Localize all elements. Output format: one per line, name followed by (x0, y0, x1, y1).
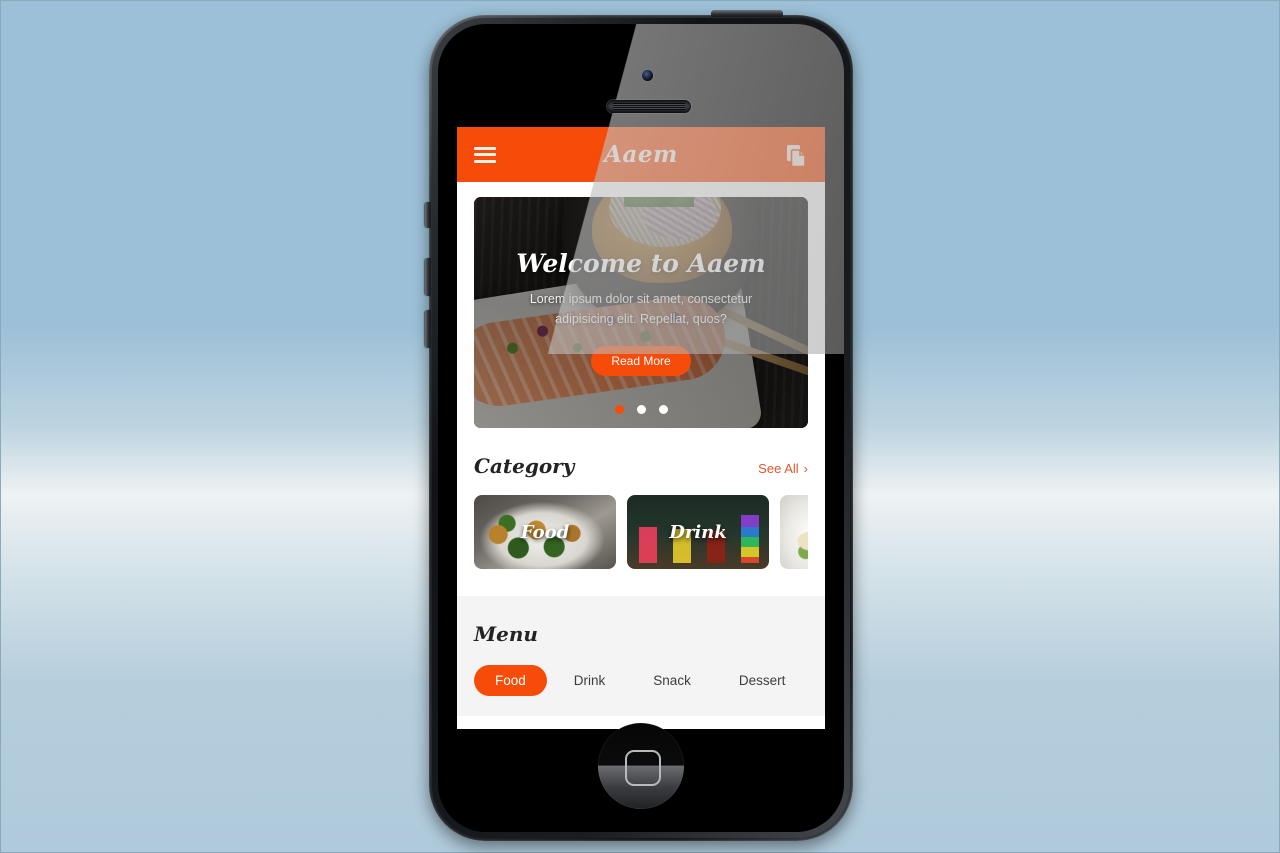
hero-carousel-wrapper: Welcome to Aaem Lorem ipsum dolor sit am… (457, 182, 825, 428)
category-see-all-link[interactable]: See All › (758, 461, 808, 476)
tab-snack[interactable]: Snack (632, 665, 712, 696)
volume-up-button[interactable] (425, 258, 431, 296)
volume-down-button[interactable] (425, 310, 431, 348)
phone-screen-bezel: Aaem Welcome to Aaem Lorem ipsum dolor s… (438, 24, 844, 832)
hero-title: Welcome to Aaem (516, 249, 766, 278)
category-header: Category See All › (474, 428, 808, 478)
carousel-dots (474, 405, 808, 414)
category-card-label: Food (520, 521, 570, 543)
category-title: Category (474, 454, 575, 478)
read-more-button[interactable]: Read More (591, 345, 691, 376)
hero-content: Welcome to Aaem Lorem ipsum dolor sit am… (474, 197, 808, 428)
app-header: Aaem (457, 127, 825, 182)
menu-section: Menu Food Drink Snack Dessert (457, 596, 825, 716)
category-card-food[interactable]: Food (474, 495, 616, 569)
tab-dessert[interactable]: Dessert (718, 665, 807, 696)
hamburger-menu-icon[interactable] (474, 143, 496, 166)
hero-carousel[interactable]: Welcome to Aaem Lorem ipsum dolor sit am… (474, 197, 808, 428)
home-button[interactable] (598, 723, 684, 809)
category-card-row[interactable]: Food Drink (474, 495, 808, 569)
carousel-dot-2[interactable] (636, 405, 646, 414)
category-card-drink[interactable]: Drink (627, 495, 769, 569)
carousel-dot-3[interactable] (658, 405, 668, 414)
phone-device-mockup: Aaem Welcome to Aaem Lorem ipsum dolor s… (425, 10, 853, 841)
power-button[interactable] (711, 10, 783, 17)
menu-title: Menu (474, 622, 538, 646)
category-section: Category See All › Food Drink (457, 428, 825, 569)
category-card-label: Drink (669, 521, 727, 543)
hero-subtitle: Lorem ipsum dolor sit amet, consectetur … (529, 292, 753, 327)
app-title: Aaem (604, 141, 678, 168)
tab-food[interactable]: Food (474, 665, 547, 696)
see-all-label: See All (758, 461, 799, 476)
copy-documents-icon[interactable] (786, 143, 808, 167)
earpiece-speaker-icon (607, 100, 691, 113)
mute-switch-button[interactable] (425, 202, 431, 228)
chevron-right-icon: › (803, 461, 808, 476)
menu-tab-bar: Food Drink Snack Dessert (474, 665, 808, 696)
front-camera-icon (642, 70, 653, 81)
app-screen: Aaem Welcome to Aaem Lorem ipsum dolor s… (457, 127, 825, 729)
category-card-label (780, 495, 808, 569)
tab-drink[interactable]: Drink (553, 665, 627, 696)
category-card-next[interactable] (780, 495, 808, 569)
carousel-dot-1[interactable] (614, 405, 624, 414)
